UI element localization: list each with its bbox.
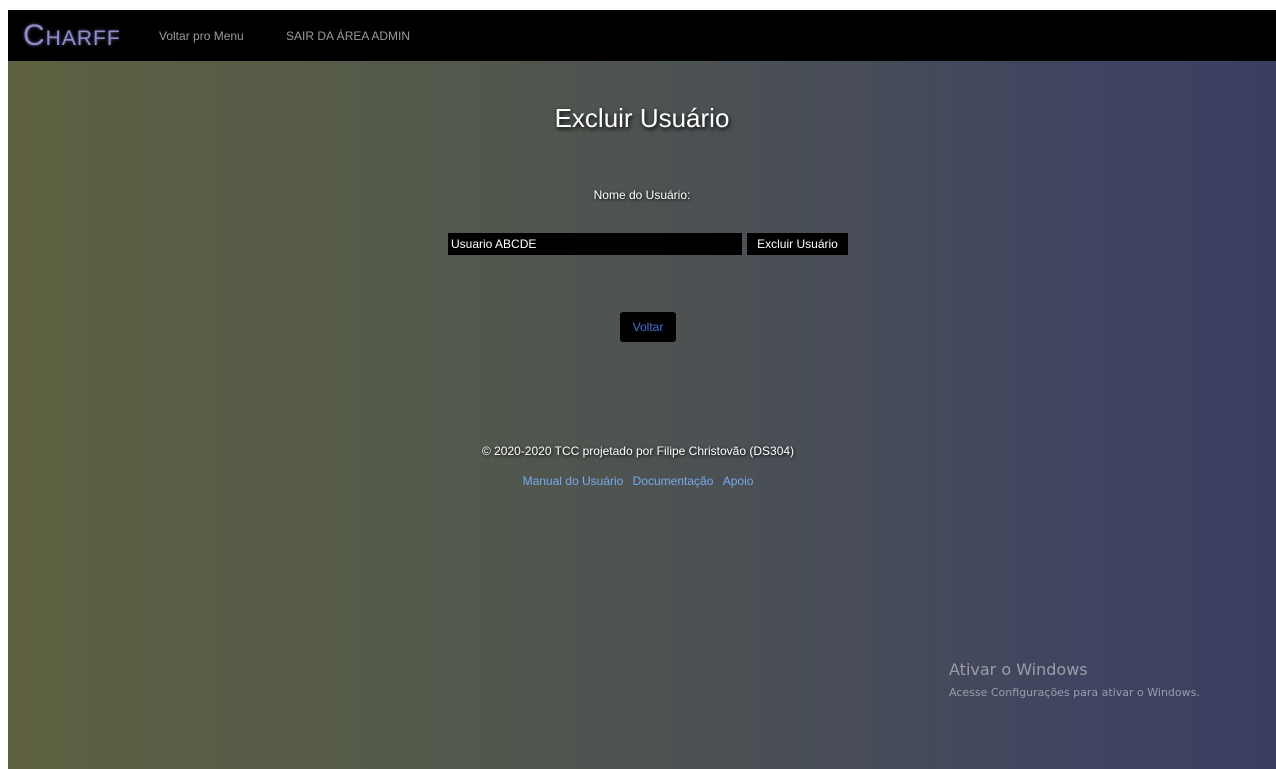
brand-logo[interactable]: Charff [23,19,121,53]
windows-activation-title: Ativar o Windows [949,660,1088,679]
windows-activation-subtitle: Acesse Configurações para ativar o Windo… [949,686,1200,699]
back-button[interactable]: Voltar [620,312,676,342]
footer-copyright: © 2020-2020 TCC projetado por Filipe Chr… [481,444,795,458]
page-title: Excluir Usuário [554,103,730,133]
exit-admin-link[interactable]: SAIR DA ÁREA ADMIN [286,29,410,43]
documentation-link[interactable]: Documentação [633,474,714,488]
username-input[interactable] [448,233,742,255]
username-label: Nome do Usuário: [593,188,691,202]
user-manual-link[interactable]: Manual do Usuário [523,474,624,488]
page-viewport: Charff Voltar pro Menu SAIR DA ÁREA ADMI… [8,10,1276,769]
top-navbar: Charff Voltar pro Menu SAIR DA ÁREA ADMI… [8,10,1276,61]
footer-links: Manual do Usuário Documentação Apoio [8,473,1276,489]
delete-user-button[interactable]: Excluir Usuário [747,233,848,255]
support-link[interactable]: Apoio [723,474,754,488]
back-to-menu-link[interactable]: Voltar pro Menu [159,29,244,43]
